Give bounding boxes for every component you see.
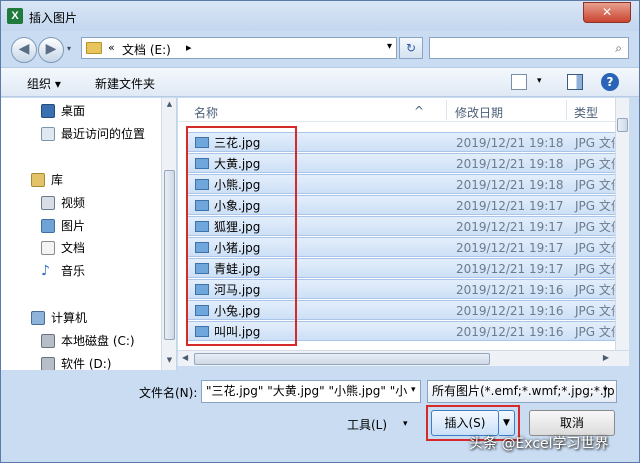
tools-button[interactable]: 工具(L): [347, 416, 387, 433]
scroll-down-icon[interactable]: ▼: [164, 356, 175, 368]
breadcrumb-chevrons[interactable]: «: [108, 41, 115, 54]
file-date: 2019/12/21 19:17: [456, 241, 564, 255]
navigation-scrollbar[interactable]: ▲ ▼: [161, 98, 176, 370]
command-toolbar: 组织 ▾ 新建文件夹 ▾ ?: [1, 67, 639, 97]
recent-locations-dropdown[interactable]: ▾: [67, 44, 77, 54]
excel-app-icon: X: [7, 8, 23, 24]
file-date: 2019/12/21 19:18: [456, 157, 564, 171]
file-date: 2019/12/21 19:18: [456, 136, 564, 150]
dialog-title: 插入图片: [29, 11, 78, 25]
folder-icon: [86, 42, 102, 54]
nav-item-label: 桌面: [61, 104, 86, 118]
music-icon: ♪: [41, 263, 50, 279]
view-dropdown[interactable]: ▾: [537, 76, 542, 86]
nav-item-label: 计算机: [51, 311, 88, 325]
pictures-icon: [41, 219, 55, 233]
back-button[interactable]: ◀: [11, 37, 37, 63]
column-name[interactable]: 名称: [194, 104, 218, 121]
nav-item-label: 图片: [61, 219, 86, 233]
filename-input[interactable]: "三花.jpg" "大黄.jpg" "小熊.jpg" "小: [201, 380, 421, 403]
nav-item-music[interactable]: ♪ 音乐: [1, 261, 161, 281]
search-input[interactable]: ⌕: [429, 37, 629, 59]
nav-item-label: 最近访问的位置: [61, 127, 146, 141]
recent-places-icon: [41, 127, 55, 141]
video-icon: [41, 196, 55, 210]
nav-item-pictures[interactable]: 图片: [1, 216, 161, 236]
documents-icon: [41, 241, 55, 255]
navigation-pane: 桌面 最近访问的位置 库 视频 图片 文档 ♪ 音乐 计算机 本地磁盘 (C:)…: [1, 98, 177, 370]
filename-dropdown[interactable]: ▾: [411, 385, 416, 395]
scroll-right-icon[interactable]: ▶: [603, 353, 609, 362]
nav-item-recent[interactable]: 最近访问的位置: [1, 124, 161, 144]
nav-item-documents[interactable]: 文档: [1, 238, 161, 258]
nav-item-desktop[interactable]: 桌面: [1, 101, 161, 121]
filetype-dropdown-icon[interactable]: ▾: [603, 385, 608, 395]
sort-caret-icon: ^: [414, 104, 425, 118]
preview-pane-icon[interactable]: [567, 74, 583, 90]
nav-item-label: 软件 (D:): [61, 357, 112, 370]
file-date: 2019/12/21 19:16: [456, 304, 564, 318]
refresh-button[interactable]: ↻: [399, 37, 423, 59]
new-folder-button[interactable]: 新建文件夹: [95, 75, 155, 92]
nav-item-label: 视频: [61, 196, 86, 210]
nav-item-label: 音乐: [61, 264, 86, 278]
file-date: 2019/12/21 19:16: [456, 283, 564, 297]
column-header: 名称 ^ 修改日期 类型: [178, 98, 629, 122]
tools-dropdown-icon[interactable]: ▾: [403, 419, 408, 429]
search-icon[interactable]: ⌕: [615, 41, 622, 56]
file-date: 2019/12/21 19:17: [456, 199, 564, 213]
file-date: 2019/12/21 19:18: [456, 178, 564, 192]
scroll-thumb[interactable]: [164, 170, 175, 340]
column-type[interactable]: 类型: [574, 104, 598, 121]
view-icon[interactable]: [511, 74, 527, 90]
address-dropdown[interactable]: ▾: [387, 41, 392, 52]
selection-highlight-box: [186, 126, 297, 346]
column-divider[interactable]: [446, 100, 447, 120]
file-date: 2019/12/21 19:16: [456, 325, 564, 339]
nav-item-videos[interactable]: 视频: [1, 193, 161, 213]
close-button[interactable]: ✕: [583, 2, 631, 23]
nav-item-label: 库: [51, 173, 64, 187]
breadcrumb-arrow[interactable]: ▸: [186, 41, 192, 54]
nav-item-label: 文档: [61, 241, 86, 255]
nav-item-library[interactable]: 库: [1, 170, 161, 190]
nav-item-drive-d[interactable]: 软件 (D:): [1, 354, 161, 370]
file-date: 2019/12/21 19:17: [456, 262, 564, 276]
column-divider[interactable]: [566, 100, 567, 120]
breadcrumb-location[interactable]: 文档 (E:): [122, 41, 171, 58]
scroll-left-icon[interactable]: ◀: [182, 353, 188, 362]
forward-button[interactable]: ▶: [38, 37, 64, 63]
file-list-vertical-scrollbar[interactable]: [615, 98, 629, 350]
scroll-thumb[interactable]: [617, 118, 628, 132]
library-icon: [31, 173, 45, 187]
file-date: 2019/12/21 19:17: [456, 220, 564, 234]
nav-item-label: 本地磁盘 (C:): [61, 334, 135, 348]
desktop-icon: [41, 104, 55, 118]
filename-label: 文件名(N):: [139, 386, 198, 400]
filetype-select[interactable]: 所有图片(*.emf;*.wmf;*.jpg;*.jp: [427, 380, 617, 403]
organize-button[interactable]: 组织 ▾: [27, 75, 61, 92]
help-icon[interactable]: ?: [601, 73, 619, 91]
computer-icon: [31, 311, 45, 325]
watermark: 头条 @Excel学习世界: [469, 436, 609, 452]
nav-item-drive-c[interactable]: 本地磁盘 (C:): [1, 331, 161, 351]
nav-item-computer[interactable]: 计算机: [1, 308, 161, 328]
address-bar[interactable]: « 文档 (E:) ▸ ▾: [81, 37, 397, 59]
insert-picture-dialog: X 插入图片 ✕ ◀ ▶ ▾ « 文档 (E:) ▸ ▾ ↻ ⌕ 组织 ▾ 新建…: [0, 0, 640, 463]
scroll-thumb[interactable]: [194, 353, 490, 365]
disk-icon: [41, 357, 55, 370]
file-list-horizontal-scrollbar[interactable]: ◀ ▶: [178, 350, 629, 366]
column-date[interactable]: 修改日期: [455, 104, 503, 121]
title-bar: X 插入图片 ✕: [1, 1, 639, 31]
disk-icon: [41, 334, 55, 348]
scroll-up-icon[interactable]: ▲: [164, 100, 175, 112]
